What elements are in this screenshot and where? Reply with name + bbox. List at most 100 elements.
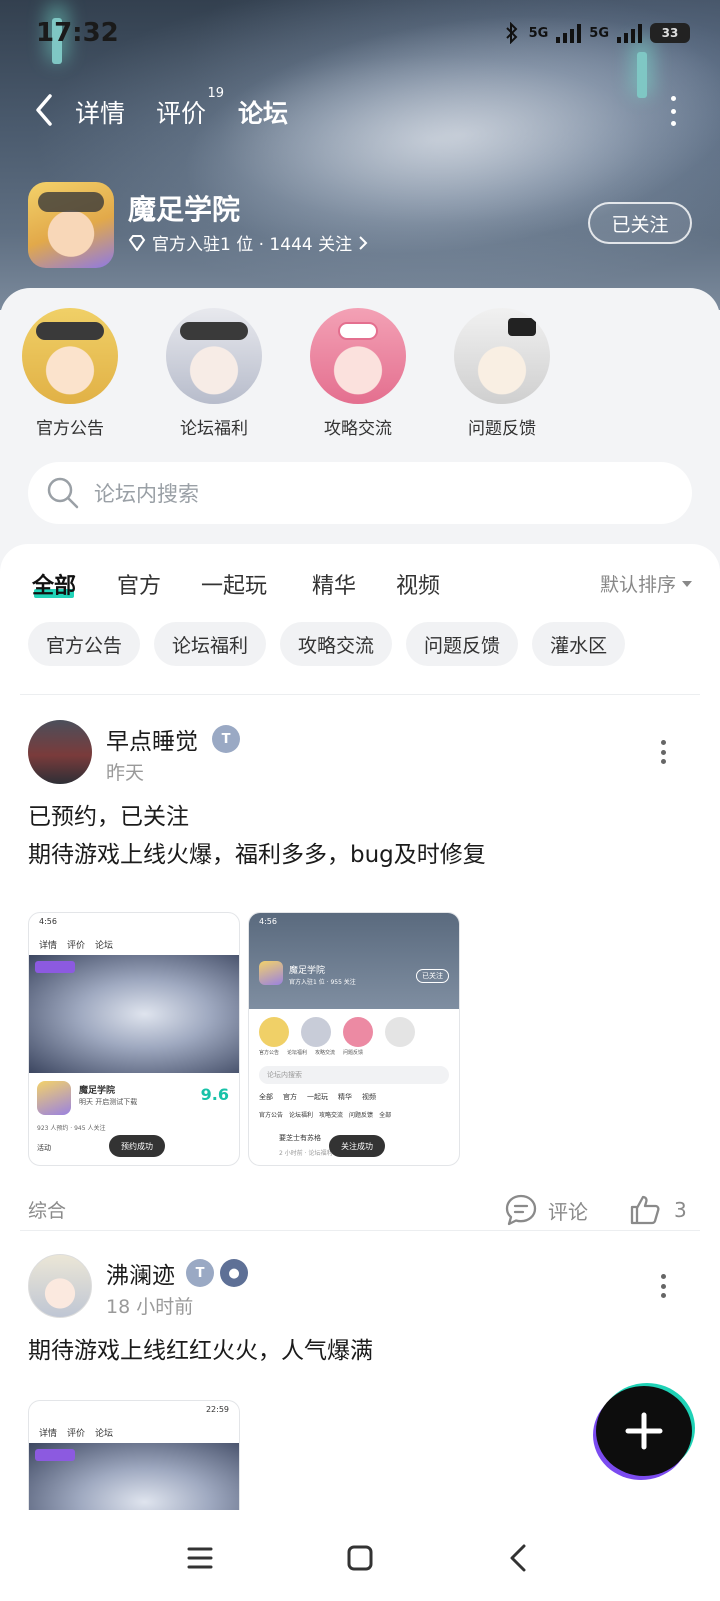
thumb-status-bar: 4:56 [39, 917, 57, 926]
thumb-tab: 论坛 [95, 1428, 114, 1439]
avatar[interactable] [28, 720, 92, 784]
thumb-game-desc: 明天 开启测试下载 [79, 1098, 138, 1106]
username[interactable]: 早点睡觉 [106, 722, 198, 756]
thumb-game-meta: 官方入驻1 位 · 955 关注 [289, 979, 356, 986]
filter-tab-all[interactable]: 全部 [32, 568, 76, 600]
home-button[interactable] [338, 1536, 382, 1580]
post-more-button[interactable] [660, 1274, 666, 1298]
like-count: 3 [674, 1198, 687, 1222]
thumb-game-name: 魔足学院 [289, 966, 326, 976]
search-input[interactable]: 论坛内搜索 [28, 462, 692, 524]
thumb-tab: 全部 [259, 1093, 273, 1101]
thumb-chip: 论坛福利 [289, 1112, 314, 1119]
post-line: 已预约，已关注 [28, 804, 189, 830]
thumb-chip: 官方公告 [259, 1112, 284, 1119]
board-official-announcement[interactable]: 官方公告 [10, 308, 130, 439]
thumb-tab: 一起玩 [307, 1093, 328, 1101]
game-meta[interactable]: 官方入驻1 位 · 1444 关注 [128, 230, 368, 255]
board-feedback[interactable]: 问题反馈 [442, 308, 562, 439]
game-header-banner: 17:32 5G 5G 33 详情 评价 19 论坛 魔足学院 官方入驻1 位 ·… [0, 0, 720, 310]
chip-strategy[interactable]: 攻略交流 [280, 622, 393, 666]
create-post-button[interactable] [596, 1386, 692, 1476]
board-strategy[interactable]: 攻略交流 [298, 308, 418, 439]
post-image[interactable]: 4:56 魔足学院 官方入驻1 位 · 955 关注 已关注 官方公告 论坛福利… [248, 912, 460, 1166]
system-nav-bar [0, 1516, 720, 1601]
thumb-banner [29, 1443, 239, 1510]
filter-tab-video[interactable]: 视频 [396, 568, 440, 600]
thumb-status-bar: 4:56 [259, 917, 277, 926]
thumb-tab: 官方 [283, 1093, 297, 1101]
system-back-button[interactable] [496, 1536, 540, 1580]
board-label: 官方公告 [36, 419, 104, 439]
filter-tab-featured[interactable]: 精华 [312, 568, 356, 600]
thumb-tab: 论坛 [95, 940, 114, 951]
chip-chat-area[interactable]: 灌水区 [532, 622, 626, 666]
chip-feedback[interactable]: 问题反馈 [406, 622, 519, 666]
plus-icon [625, 1412, 663, 1450]
thumb-tab: 视频 [362, 1093, 376, 1101]
follow-button[interactable]: 已关注 [588, 202, 692, 244]
thumb-board-label: 论坛福利 [287, 1050, 308, 1056]
post-image[interactable]: 4:56 详情 评价 论坛 魔足学院 明天 开启测试下载 9.6 923 人预约… [28, 912, 240, 1166]
post-category-tag[interactable]: 综合 [28, 1196, 66, 1223]
thumb-tab: 评价 [67, 940, 86, 951]
thumb-toast: 关注成功 [329, 1135, 385, 1157]
user-level-badge-icon: T [212, 725, 240, 753]
post-more-button[interactable] [660, 740, 666, 764]
top-nav: 详情 评价 19 论坛 [0, 86, 720, 136]
board-avatar [166, 308, 262, 404]
post-image[interactable]: 22:59 详情 评价 论坛 [28, 1400, 240, 1510]
game-meta-text: 官方入驻1 位 · 1444 关注 [152, 235, 353, 255]
tab-forum[interactable]: 论坛 [234, 94, 293, 130]
sort-dropdown[interactable]: 默认排序 [600, 570, 692, 597]
search-placeholder: 论坛内搜索 [94, 482, 199, 506]
like-button[interactable]: 3 [628, 1190, 687, 1230]
menu-icon [187, 1547, 213, 1569]
thumb-tab: 评价 [67, 1428, 86, 1439]
filter-tab-official[interactable]: 官方 [117, 568, 161, 600]
board-avatar [310, 308, 406, 404]
comment-label: 评论 [548, 1199, 588, 1224]
thumb-search: 论坛内搜索 [259, 1066, 449, 1084]
chevron-right-icon [359, 235, 368, 250]
thumb-banner [29, 955, 239, 1073]
back-icon [510, 1544, 526, 1572]
board-label: 论坛福利 [180, 419, 248, 439]
thumb-status-bar: 22:59 [205, 1405, 229, 1414]
user-level-badge-icon: T [186, 1259, 214, 1287]
board-label: 攻略交流 [324, 419, 392, 439]
thumb-board-label: 攻略交流 [315, 1050, 336, 1056]
comment-button[interactable]: 评论 [504, 1190, 588, 1230]
thumb-username: 要芝士有苏格 [279, 1134, 321, 1142]
review-count: 19 [207, 86, 225, 101]
username[interactable]: 沸澜迹 [106, 1256, 175, 1290]
thumb-nav: 详情 评价 论坛 [29, 933, 239, 955]
avatar[interactable] [28, 1254, 92, 1318]
post-time: 18 小时前 [106, 1296, 194, 1318]
board-forum-benefits[interactable]: 论坛福利 [154, 308, 274, 439]
thumb-boards [249, 1009, 459, 1047]
home-icon [347, 1545, 373, 1571]
tab-reviews[interactable]: 评价 19 [156, 86, 224, 130]
back-button[interactable] [28, 90, 62, 130]
tab-details[interactable]: 详情 [75, 94, 125, 130]
forum-content: 官方公告 论坛福利 攻略交流 问题反馈 论坛内搜索 全部 官方 一起玩 精华 视… [0, 288, 720, 1544]
board-avatar [454, 308, 550, 404]
game-icon[interactable] [28, 182, 114, 268]
chip-forum-benefits[interactable]: 论坛福利 [154, 622, 267, 666]
filter-tab-play-together[interactable]: 一起玩 [201, 568, 267, 600]
thumb-score: 9.6 [200, 1085, 229, 1104]
chip-official-announcement[interactable]: 官方公告 [28, 622, 141, 666]
board-shortcuts: 官方公告 论坛福利 攻略交流 问题反馈 [0, 308, 720, 439]
thumb-board-label: 问题反馈 [343, 1050, 364, 1056]
thumbs-up-icon [630, 1195, 660, 1225]
thumb-chip: 问题反馈 [349, 1112, 374, 1119]
status-bar: 17:32 5G 5G 33 [0, 0, 720, 66]
category-chips: 官方公告 论坛福利 攻略交流 问题反馈 灌水区 [28, 622, 626, 666]
post-line: 期待游戏上线火爆，福利多多，bug及时修复 [28, 842, 486, 868]
thumb-board-labels: 官方公告 论坛福利 攻略交流 问题反馈 [249, 1047, 459, 1056]
more-options-button[interactable] [668, 96, 678, 126]
post-feed: 全部 官方 一起玩 精华 视频 默认排序 官方公告 论坛福利 攻略交流 问题反馈… [0, 544, 720, 1544]
board-label: 问题反馈 [468, 419, 536, 439]
recent-apps-button[interactable] [178, 1536, 222, 1580]
